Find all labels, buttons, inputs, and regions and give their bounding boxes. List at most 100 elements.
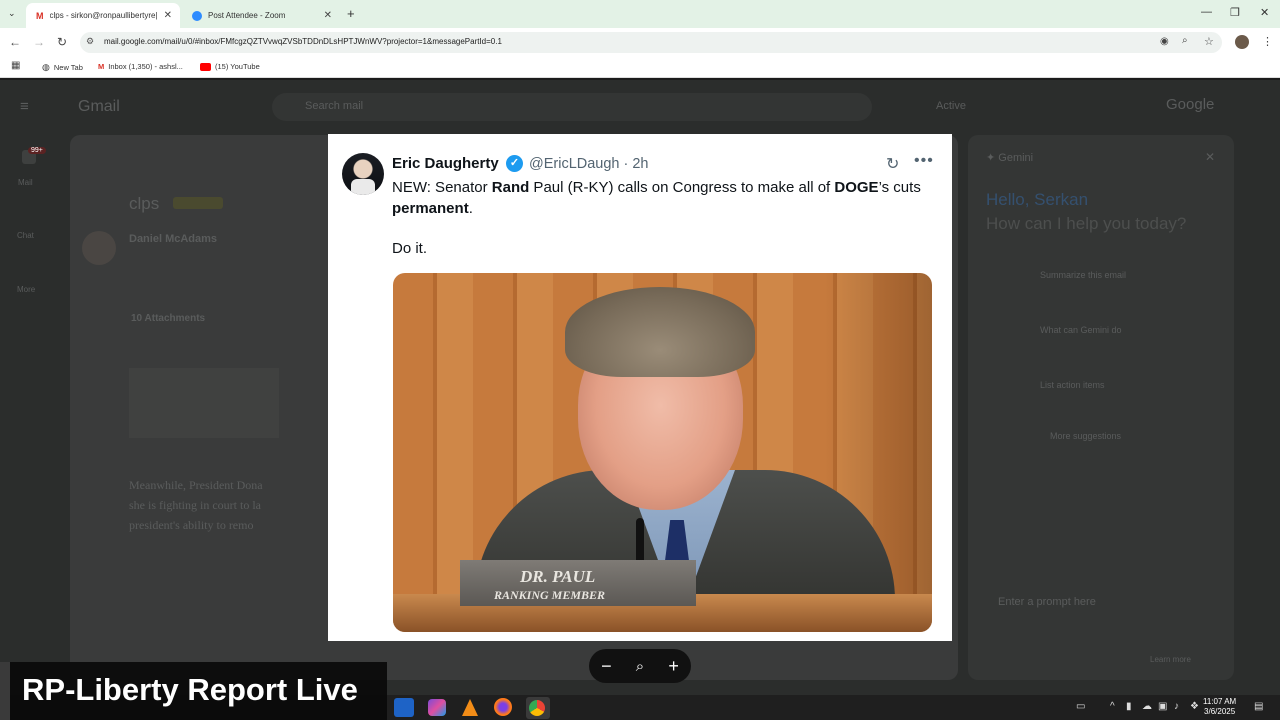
tweet-extra-text: Do it. bbox=[392, 240, 428, 257]
display-icon[interactable]: ▣ bbox=[1158, 701, 1167, 712]
cloud-icon[interactable]: ☁ bbox=[1142, 701, 1152, 712]
gemini-title: ✦ Gemini bbox=[986, 152, 1034, 164]
zoom-favicon-icon bbox=[192, 10, 202, 21]
zoom-page-icon[interactable]: ⌕ bbox=[1182, 35, 1188, 46]
gemini-prompt: How can I help you today? bbox=[986, 214, 1187, 233]
bookmark-new-tab[interactable]: ◍ New Tab bbox=[42, 62, 83, 73]
author-name[interactable]: Eric Daugherty bbox=[392, 155, 499, 172]
close-tab-icon[interactable]: ✕ bbox=[324, 10, 332, 21]
banner-title: RP-Liberty Report Live bbox=[22, 672, 358, 707]
copilot-icon[interactable] bbox=[428, 699, 446, 716]
status-label[interactable]: Active bbox=[936, 100, 966, 112]
tab-list-icon[interactable]: ⌄ bbox=[8, 8, 16, 19]
search-placeholder: Search mail bbox=[305, 100, 364, 112]
magnifier-icon[interactable]: ⌕ bbox=[636, 658, 644, 675]
menu-icon[interactable]: ⋮ bbox=[1262, 35, 1273, 48]
body-line: she is fighting in court to la bbox=[129, 498, 261, 512]
label-badge bbox=[173, 197, 223, 209]
bookmark-inbox[interactable]: M Inbox (1,350) - ashsl... bbox=[98, 62, 183, 71]
close-panel-icon[interactable]: ✕ bbox=[1205, 150, 1215, 164]
tweet-text-bold: DOGE bbox=[834, 179, 879, 196]
tweet-text-part: . bbox=[468, 200, 473, 217]
site-info-icon[interactable]: ⚙ bbox=[86, 36, 94, 47]
email-subject: clps bbox=[129, 194, 160, 213]
bookmark-youtube[interactable]: (15) YouTube bbox=[200, 62, 260, 71]
bookmark-label: (15) YouTube bbox=[215, 62, 260, 71]
author-avatar[interactable] bbox=[342, 153, 384, 195]
youtube-icon bbox=[200, 62, 211, 71]
hamburger-icon[interactable]: ≡ bbox=[20, 98, 29, 115]
banner-accent bbox=[0, 662, 10, 720]
gemini-prompt-input[interactable]: Enter a prompt here bbox=[998, 596, 1096, 608]
gemini-title-text: Gemini bbox=[998, 152, 1034, 164]
tab-zoom[interactable]: Post Attendee - Zoom ✕ bbox=[182, 3, 340, 28]
tweet-text-part: Paul (R-KY) calls on Congress to make al… bbox=[529, 179, 835, 196]
apps-grid-icon[interactable]: ▦ bbox=[11, 60, 20, 71]
nav-mail-label[interactable]: Mail bbox=[18, 178, 33, 187]
gmail-favicon-icon: M bbox=[36, 10, 44, 21]
bookmark-star-icon[interactable]: ☆ bbox=[1204, 35, 1214, 48]
bookmark-label: New Tab bbox=[53, 63, 83, 72]
attachment-thumbnail[interactable] bbox=[129, 368, 279, 438]
more-suggestions[interactable]: More suggestions bbox=[1050, 431, 1121, 441]
close-tab-icon[interactable]: ✕ bbox=[164, 10, 172, 21]
gemini-greeting: Hello, Serkan bbox=[986, 190, 1089, 209]
outlook-icon[interactable] bbox=[394, 698, 414, 717]
suggestion-2[interactable]: What can Gemini do bbox=[1040, 325, 1122, 335]
suggestion-1[interactable]: Summarize this email bbox=[1040, 270, 1126, 280]
clock-date: 3/6/2025 bbox=[1204, 707, 1236, 716]
url-text: mail.google.com/mail/u/0/#inbox/FMfcgzQZ… bbox=[104, 37, 502, 46]
profile-avatar[interactable] bbox=[1235, 35, 1249, 49]
restore-icon[interactable]: ❐ bbox=[1230, 6, 1240, 19]
bookmarks-bar bbox=[0, 56, 1280, 78]
more-options-icon[interactable]: ••• bbox=[914, 152, 934, 170]
sender-name: Daniel McAdams bbox=[129, 233, 218, 245]
tweet-text: NEW: Senator Rand Paul (R-KY) calls on C… bbox=[392, 177, 932, 219]
vlc-icon[interactable] bbox=[462, 699, 478, 716]
eye-icon[interactable]: ◉ bbox=[1160, 36, 1169, 47]
taskbar-clock[interactable]: 11:07 AM 3/6/2025 bbox=[1203, 697, 1236, 717]
nav-chat-label[interactable]: Chat bbox=[17, 231, 34, 240]
firefox-icon[interactable] bbox=[494, 698, 512, 716]
dropbox-icon[interactable]: ❖ bbox=[1190, 701, 1199, 712]
new-tab-button[interactable]: + bbox=[347, 6, 355, 21]
volume-icon[interactable]: ♪ bbox=[1174, 701, 1179, 712]
clock-time: 11:07 AM bbox=[1203, 697, 1237, 706]
body-line: president's ability to remo bbox=[129, 518, 254, 532]
tab-title: Post Attendee - Zoom bbox=[208, 11, 286, 20]
nameplate-line-1: DR. PAUL bbox=[520, 567, 596, 586]
photo-hair bbox=[565, 287, 755, 377]
attachments-label: 10 Attachments bbox=[131, 313, 206, 324]
author-handle[interactable]: @EricLDaugh · 2h bbox=[529, 156, 649, 172]
grok-icon[interactable]: ↻ bbox=[886, 154, 899, 174]
learn-more-link[interactable]: Learn more bbox=[1150, 655, 1191, 664]
suggestion-3[interactable]: List action items bbox=[1040, 380, 1105, 390]
image-zoom-controls: − ⌕ + bbox=[589, 649, 691, 683]
close-window-icon[interactable]: ✕ bbox=[1260, 6, 1269, 19]
tray-chevron-icon[interactable]: ^ bbox=[1110, 701, 1115, 712]
zoom-out-button[interactable]: − bbox=[601, 656, 612, 677]
minimize-icon[interactable]: — bbox=[1201, 6, 1212, 18]
nameplate-line-2: RANKING MEMBER bbox=[494, 588, 606, 602]
chrome-icon bbox=[529, 700, 545, 716]
verified-badge-icon: ✓ bbox=[506, 155, 523, 172]
tweet-text-bold: permanent bbox=[392, 200, 469, 217]
network-icon[interactable]: ▮ bbox=[1126, 701, 1132, 712]
tweet-text-part: NEW: Senator bbox=[392, 179, 492, 196]
tab-gmail[interactable]: M clps - sirkon@ronpaullibertyre| ✕ bbox=[26, 3, 180, 28]
gmail-logo: Gmail bbox=[78, 98, 120, 115]
tweet-text-part: ’s cuts bbox=[878, 179, 921, 196]
keyboard-icon[interactable]: ▭ bbox=[1076, 701, 1085, 712]
bookmark-label: Inbox (1,350) - ashsl... bbox=[108, 62, 183, 71]
tab-title: clps - sirkon@ronpaullibertyre| bbox=[49, 11, 158, 20]
zoom-in-button[interactable]: + bbox=[668, 656, 679, 677]
nav-more-label[interactable]: More bbox=[17, 285, 35, 294]
gmail-icon: M bbox=[98, 62, 105, 71]
google-logo: Google bbox=[1166, 96, 1215, 113]
reload-icon[interactable]: ↻ bbox=[57, 35, 67, 49]
forward-icon[interactable]: → bbox=[33, 35, 45, 49]
sender-avatar bbox=[82, 231, 116, 265]
notifications-icon[interactable]: ▤ bbox=[1254, 701, 1263, 712]
body-line: Meanwhile, President Dona bbox=[129, 478, 263, 492]
back-icon[interactable]: ← bbox=[9, 35, 21, 49]
